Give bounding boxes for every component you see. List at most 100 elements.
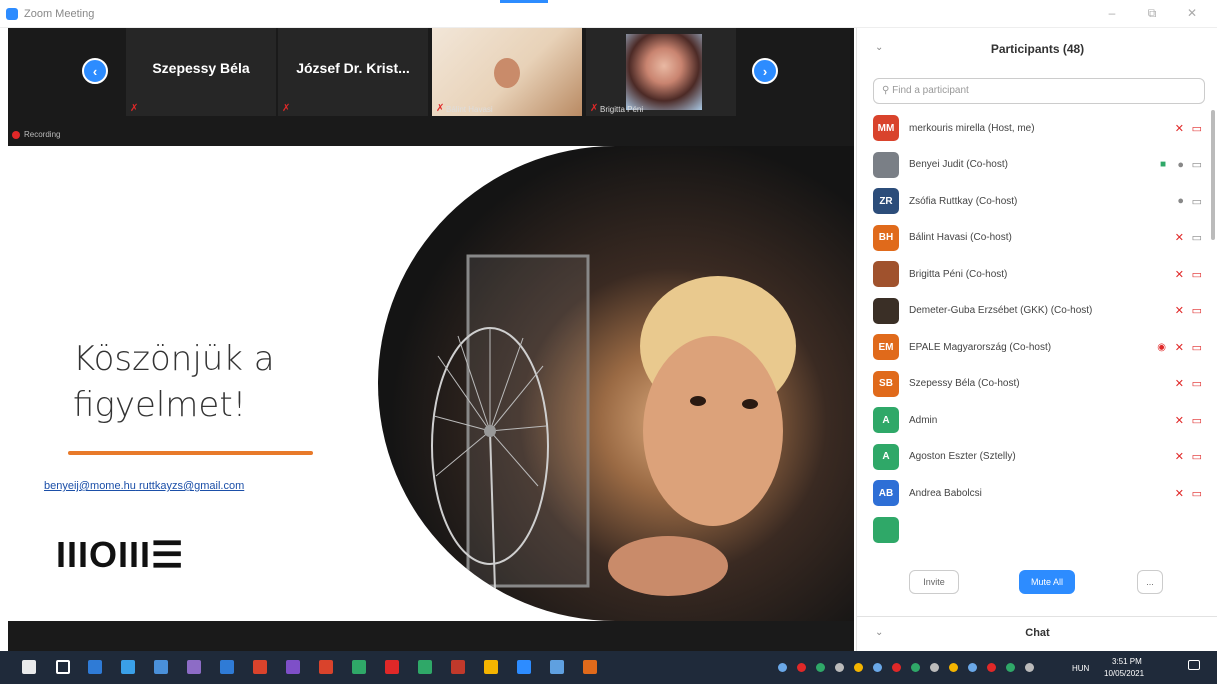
invite-button[interactable]: Invite <box>909 570 959 594</box>
taskbar-app-icon[interactable] <box>253 660 267 674</box>
video-tile[interactable]: József Dr. Krist... ✗ <box>278 28 428 116</box>
camera-off-icon[interactable]: ▭ <box>1192 304 1202 317</box>
camera-off-icon[interactable]: ▭ <box>1192 377 1202 390</box>
taskbar-app-icon[interactable] <box>517 660 531 674</box>
taskbar-app-icon[interactable] <box>550 660 564 674</box>
taskbar-app-icon[interactable] <box>352 660 366 674</box>
mic-muted-icon[interactable]: ✕ <box>1175 122 1184 135</box>
mic-muted-icon[interactable]: ✕ <box>1175 414 1184 427</box>
email-link[interactable]: benyeij@mome.hu <box>44 480 136 492</box>
participant-name: merkouris mirella (Host, me) <box>909 122 1035 134</box>
view-indicator <box>500 0 548 3</box>
camera-off-icon[interactable]: ▭ <box>1192 122 1202 135</box>
taskbar-app-icon[interactable] <box>583 660 597 674</box>
participant-row[interactable]: A Admin ✕ ▭ <box>857 402 1217 439</box>
system-tray-icon[interactable] <box>987 663 996 672</box>
mute-all-button[interactable]: Mute All <box>1019 570 1075 594</box>
system-tray-icon[interactable] <box>835 663 844 672</box>
video-tile[interactable]: ✗ Brigitta Péni <box>586 28 736 116</box>
avatar: MM <box>873 115 899 142</box>
system-tray-icon[interactable] <box>854 663 863 672</box>
slide-contacts: benyeij@mome.hu ruttkayzs@gmail.com <box>44 480 244 492</box>
mic-muted-icon[interactable]: ✕ <box>1175 450 1184 463</box>
system-tray-icon[interactable] <box>816 663 825 672</box>
video-strip: ‹ Szepessy Béla ✗ József Dr. Krist... ✗ … <box>8 28 854 146</box>
window-title: Zoom Meeting <box>24 7 95 20</box>
taskbar-app-icon[interactable] <box>88 660 102 674</box>
participant-name: Szepessy Béla (Co-host) <box>909 378 1020 390</box>
chat-title: Chat <box>1025 627 1050 639</box>
system-tray-icon[interactable] <box>930 663 939 672</box>
camera-icon[interactable]: ▭ <box>1192 231 1202 244</box>
mic-muted-icon[interactable]: ✕ <box>1175 268 1184 281</box>
chevron-left-icon[interactable]: ‹ <box>82 58 108 84</box>
clock-date[interactable]: 10/05/2021 <box>1104 669 1144 678</box>
participant-row[interactable]: SB Szepessy Béla (Co-host) ✕ ▭ <box>857 366 1217 403</box>
notifications-icon[interactable] <box>1188 660 1200 670</box>
task-view-icon[interactable] <box>56 660 70 674</box>
video-tile[interactable]: Szepessy Béla ✗ <box>126 28 276 116</box>
taskbar-app-icon[interactable] <box>121 660 135 674</box>
taskbar-app-icon[interactable] <box>286 660 300 674</box>
mic-muted-icon[interactable]: ✕ <box>1175 341 1184 354</box>
camera-off-icon[interactable]: ▭ <box>1192 450 1202 463</box>
avatar: A <box>873 407 899 434</box>
mic-muted-icon[interactable]: ✕ <box>1175 487 1184 500</box>
system-tray-icon[interactable] <box>968 663 977 672</box>
email-link[interactable]: ruttkayzs@gmail.com <box>139 480 244 492</box>
system-tray-icon[interactable] <box>797 663 806 672</box>
camera-off-icon[interactable]: ▭ <box>1192 487 1202 500</box>
more-button[interactable]: ... <box>1137 570 1163 594</box>
participant-row[interactable]: BH Bálint Havasi (Co-host) ✕ ▭ <box>857 220 1217 257</box>
participants-title: Participants (48) <box>990 42 1085 56</box>
camera-off-icon[interactable]: ▭ <box>1192 414 1202 427</box>
taskbar-app-icon[interactable] <box>418 660 432 674</box>
participant-row[interactable]: AB Andrea Babolcsi ✕ ▭ <box>857 475 1217 512</box>
search-input[interactable]: ⚲ Find a participant <box>873 78 1205 104</box>
chat-section[interactable]: ⌄ Chat <box>857 616 1217 651</box>
participant-row[interactable]: A Agoston Eszter (Sztelly) ✕ ▭ <box>857 439 1217 476</box>
mic-icon[interactable]: ● <box>1177 159 1184 171</box>
chevron-right-icon[interactable]: › <box>752 58 778 84</box>
restore-button[interactable]: ⧉ <box>1140 6 1164 21</box>
recording-icon: ◉ <box>1157 341 1166 353</box>
mic-muted-icon[interactable]: ✕ <box>1175 304 1184 317</box>
taskbar-app-icon[interactable] <box>385 660 399 674</box>
taskbar-app-icon[interactable] <box>319 660 333 674</box>
camera-off-icon[interactable]: ▭ <box>1192 341 1202 354</box>
scrollbar[interactable] <box>1211 110 1215 240</box>
taskbar-app-icon[interactable] <box>220 660 234 674</box>
system-tray-icon[interactable] <box>1025 663 1034 672</box>
taskbar-app-icon[interactable] <box>484 660 498 674</box>
camera-icon[interactable]: ▭ <box>1192 158 1202 171</box>
language-indicator[interactable]: HUN <box>1072 664 1089 673</box>
participant-row[interactable]: ZR Zsófia Ruttkay (Co-host) ● ▭ <box>857 183 1217 220</box>
participant-name: Brigitta Péni (Co-host) <box>909 268 1008 280</box>
close-button[interactable]: ✕ <box>1180 6 1204 20</box>
participant-row[interactable]: Benyei Judit (Co-host) ■ ● ▭ <box>857 147 1217 184</box>
minimize-button[interactable]: – <box>1100 6 1124 20</box>
system-tray-icon[interactable] <box>892 663 901 672</box>
slide-title-line1: Köszönjük a <box>73 339 275 379</box>
taskbar-app-icon[interactable] <box>187 660 201 674</box>
participant-row[interactable] <box>857 512 1217 549</box>
windows-start-icon[interactable] <box>22 660 36 674</box>
camera-icon[interactable]: ▭ <box>1192 195 1202 208</box>
mic-icon[interactable]: ● <box>1177 195 1184 207</box>
system-tray-icon[interactable] <box>873 663 882 672</box>
taskbar-app-icon[interactable] <box>154 660 168 674</box>
system-tray-icon[interactable] <box>778 663 787 672</box>
system-tray-icon[interactable] <box>911 663 920 672</box>
participant-row[interactable]: MM merkouris mirella (Host, me) ✕ ▭ <box>857 110 1217 147</box>
participant-row[interactable]: Brigitta Péni (Co-host) ✕ ▭ <box>857 256 1217 293</box>
camera-off-icon[interactable]: ▭ <box>1192 268 1202 281</box>
mic-muted-icon[interactable]: ✕ <box>1175 231 1184 244</box>
system-tray-icon[interactable] <box>949 663 958 672</box>
system-tray-icon[interactable] <box>1006 663 1015 672</box>
mic-muted-icon[interactable]: ✕ <box>1175 377 1184 390</box>
participant-row[interactable]: Demeter-Guba Erzsébet (GKK) (Co-host) ✕ … <box>857 293 1217 330</box>
clock-time[interactable]: 3:51 PM <box>1112 657 1142 666</box>
participant-row[interactable]: EM EPALE Magyarország (Co-host) ◉ ✕ ▭ <box>857 329 1217 366</box>
video-tile[interactable]: ✗ Bálint Havasi <box>432 28 582 116</box>
taskbar-app-icon[interactable] <box>451 660 465 674</box>
